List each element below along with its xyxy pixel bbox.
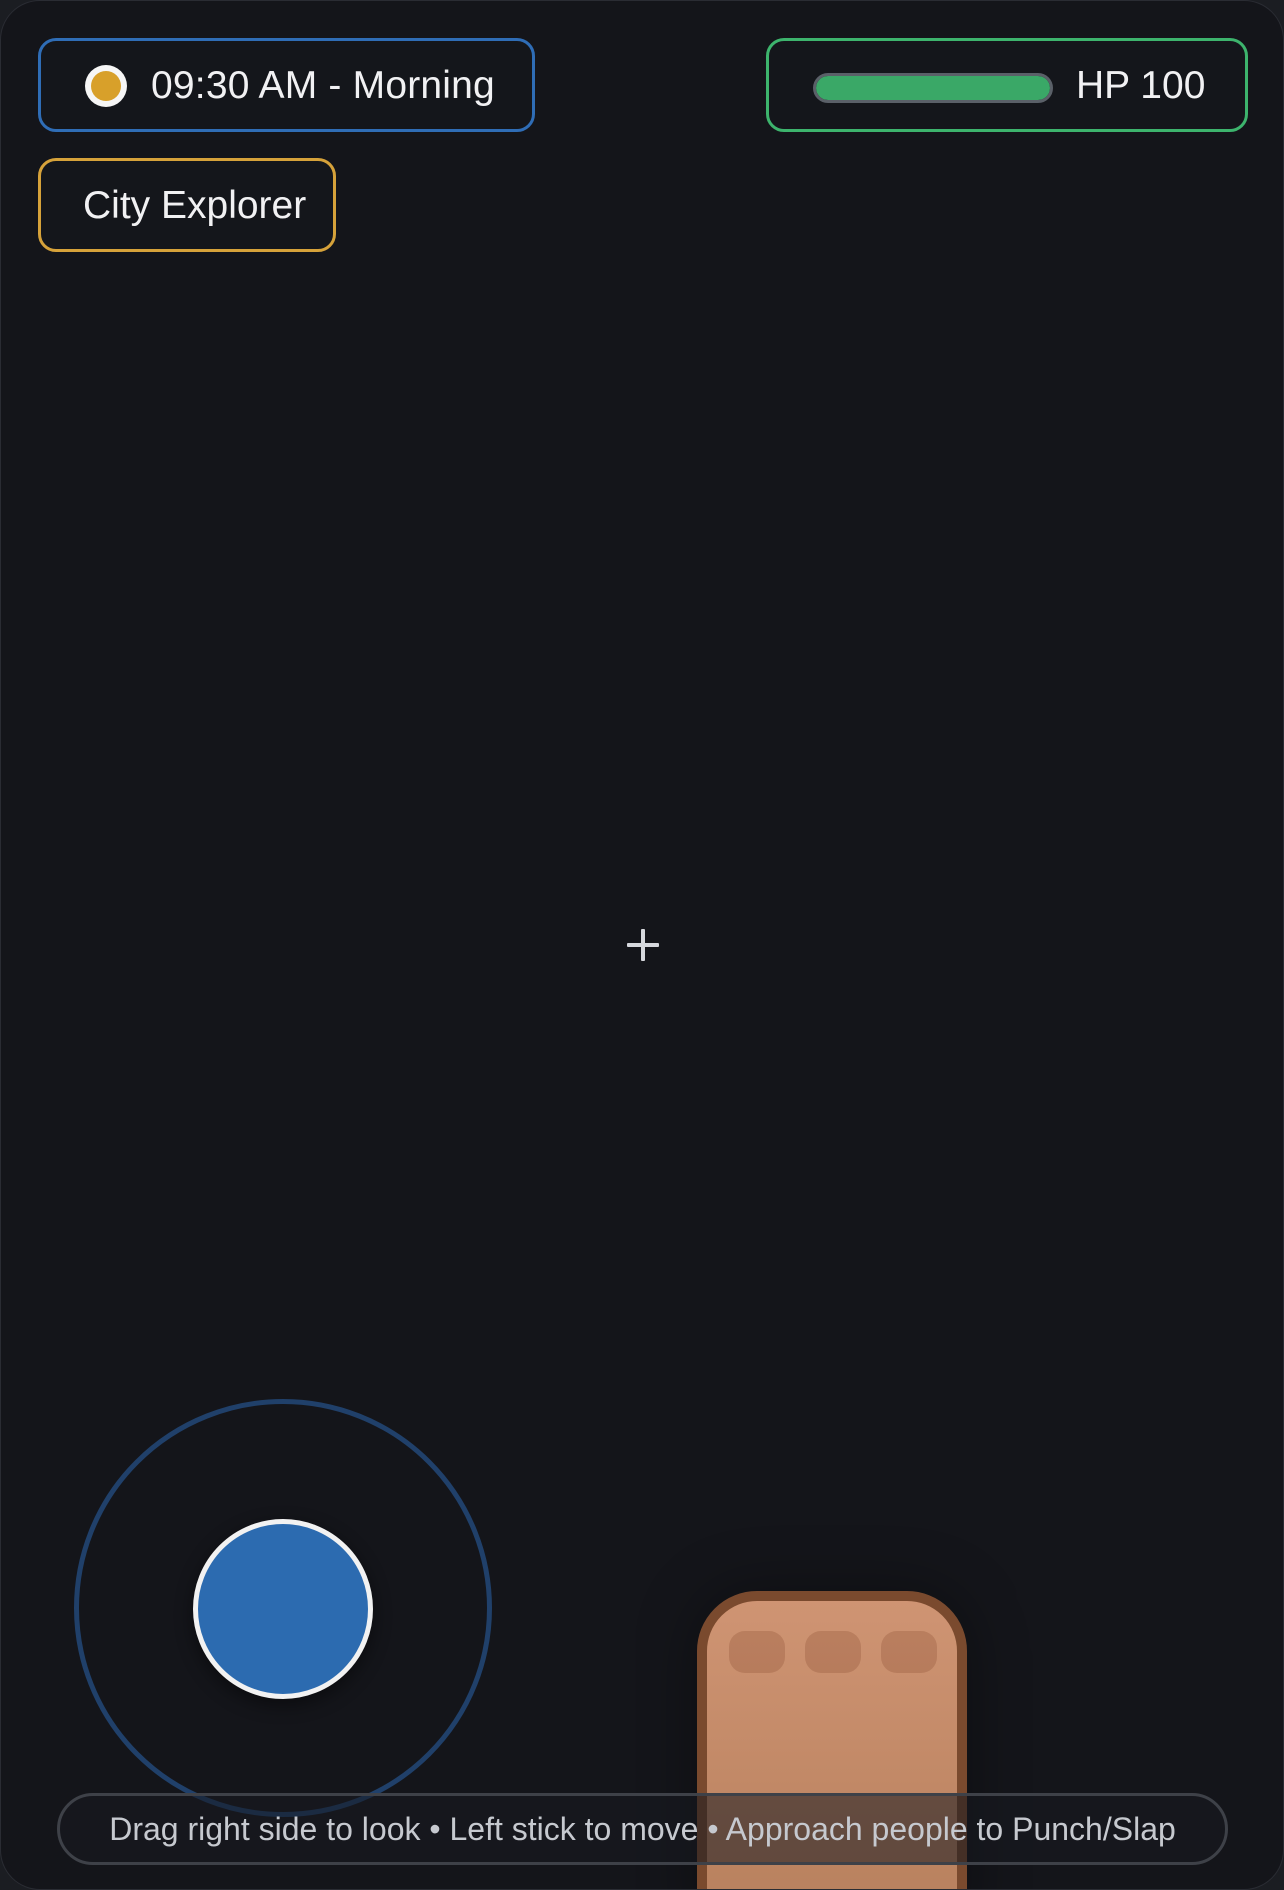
time-of-day-label: 09:30 AM - Morning <box>151 64 495 107</box>
controls-hint-bar: Drag right side to look • Left stick to … <box>57 1793 1228 1865</box>
game-screen[interactable]: 09:30 AM - Morning HP 100 City Explorer … <box>0 0 1284 1890</box>
health-bar <box>813 73 1053 103</box>
joystick-knob[interactable] <box>193 1519 373 1699</box>
knuckle <box>881 1631 937 1673</box>
health-panel: HP 100 <box>766 38 1248 132</box>
time-of-day-panel: 09:30 AM - Morning <box>38 38 535 132</box>
sun-icon <box>85 65 127 107</box>
game-mode-label: City Explorer <box>83 184 307 227</box>
knuckle <box>805 1631 861 1673</box>
controls-hint-text: Drag right side to look • Left stick to … <box>109 1810 1176 1847</box>
game-mode-badge: City Explorer <box>38 158 336 252</box>
health-bar-fill <box>816 76 1050 100</box>
crosshair-icon <box>627 929 659 961</box>
knuckle <box>729 1631 785 1673</box>
health-label: HP 100 <box>1076 64 1206 107</box>
